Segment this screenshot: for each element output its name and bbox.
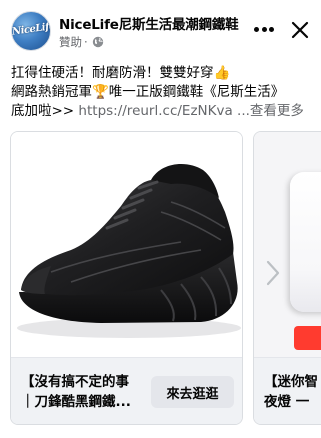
separator-dot: · (84, 35, 88, 49)
card-footer: 【沒有搞不定的事 ｜刀鋒酷黑鋼鐵... 來去逛逛 (11, 357, 242, 424)
caption-prefix: 底加啦>> (11, 103, 79, 119)
page-name[interactable]: NiceLife尼斯生活最潮鋼鐵鞋 (59, 13, 239, 33)
card-title-line-2: ｜刀鋒酷黑鋼鐵... (21, 394, 131, 410)
caption-link[interactable]: https://reurl.cc/EzNKva (78, 103, 232, 119)
close-icon[interactable] (290, 20, 310, 40)
see-more-link[interactable]: ...查看更多 (233, 103, 304, 119)
caption-line-1: 扛得住硬活！耐磨防滑！雙雙好穿👍 (11, 65, 231, 81)
card-footer: 【迷你智 夜燈 一 (254, 357, 321, 424)
shop-now-button[interactable]: 來去逛逛 (151, 376, 234, 408)
card-title-line-1: 【沒有搞不定的事 (21, 374, 129, 390)
shoe-image (17, 164, 241, 338)
red-accent (294, 326, 321, 350)
more-options-icon[interactable] (252, 19, 276, 39)
lamp-product (290, 172, 321, 312)
sponsored-row: 贊助 · (59, 34, 104, 50)
product-image-shoe[interactable] (11, 132, 242, 357)
sponsored-label[interactable]: 贊助 (59, 34, 82, 50)
caption-line-3: 底加啦>> https://reurl.cc/EzNKva ...查看更多 (11, 102, 311, 121)
ad-caption: 扛得住硬活！耐磨防滑！雙雙好穿👍 網路熱銷冠軍🏆唯一正版鋼鐵鞋《尼斯生活》 底加… (11, 64, 311, 121)
card-title-line-1: 【迷你智 (264, 374, 318, 390)
page-avatar[interactable]: NiceLife (11, 11, 51, 51)
globe-icon (92, 36, 103, 48)
carousel-card[interactable]: 【沒有搞不定的事 ｜刀鋒酷黑鋼鐵... 來去逛逛 (10, 131, 243, 425)
caption-line-2: 網路熱銷冠軍🏆唯一正版鋼鐵鞋《尼斯生活》 (11, 84, 285, 100)
avatar-logo-text: NiceLife (11, 20, 51, 38)
next-arrow-icon[interactable] (264, 258, 282, 288)
product-image-lamp[interactable] (254, 132, 321, 357)
card-title-line-2: 夜燈 一 (264, 394, 310, 410)
card-title[interactable]: 【迷你智 夜燈 一 (264, 372, 321, 412)
ad-header: NiceLife NiceLife尼斯生活最潮鋼鐵鞋 贊助 · (0, 0, 321, 60)
card-title[interactable]: 【沒有搞不定的事 ｜刀鋒酷黑鋼鐵... (21, 372, 151, 412)
